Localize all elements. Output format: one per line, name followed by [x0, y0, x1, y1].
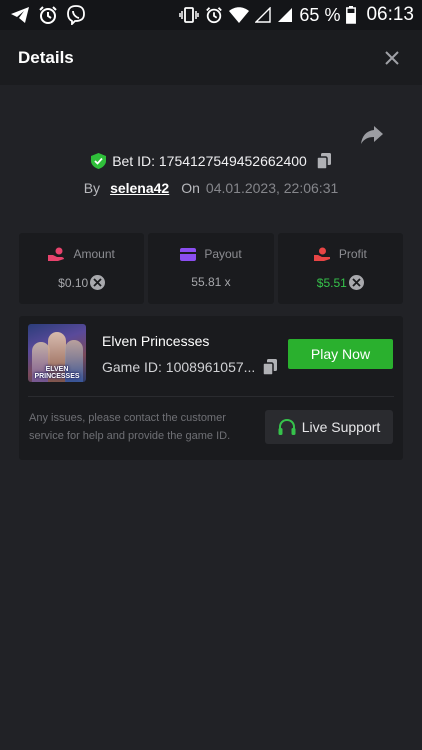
card-icon	[180, 247, 197, 261]
profit-card: Profit $5.51	[277, 233, 403, 304]
currency-icon	[90, 275, 106, 290]
support-help-text: Any issues, please contact the customer …	[29, 412, 231, 442]
alarm-icon	[205, 6, 223, 24]
profit-label: Profit	[338, 247, 367, 261]
signal-icon	[277, 7, 293, 23]
payout-card: Payout 55.81 x	[148, 233, 274, 304]
profit-value: $5.51	[316, 275, 347, 290]
viber-icon	[66, 5, 86, 25]
by-label: By	[83, 180, 101, 196]
bet-datetime: 04.01.2023, 22:06:31	[205, 180, 339, 196]
payout-value: 55.81 x	[191, 275, 231, 289]
signal-empty-icon	[255, 7, 272, 23]
wifi-icon	[229, 7, 250, 23]
username-link[interactable]: selena42	[110, 180, 169, 196]
amount-label: Amount	[73, 247, 115, 261]
bet-meta-row: By selena42 On 04.01.2023, 22:06:31	[0, 180, 422, 196]
copy-icon[interactable]	[263, 359, 278, 375]
bet-stats: Amount $0.10 Payout 55.81 x Profit $5.51	[19, 233, 403, 304]
currency-icon	[348, 275, 364, 290]
game-name: Elven Princesses	[102, 333, 210, 349]
vibrate-icon	[179, 6, 200, 24]
share-icon[interactable]	[360, 124, 384, 146]
profit-hand-icon	[313, 247, 331, 261]
live-support-button[interactable]: Live Support	[265, 410, 393, 444]
clock: 06:13	[366, 4, 414, 25]
status-bar: 65 % 06:13	[0, 0, 422, 30]
battery-icon	[346, 6, 357, 24]
copy-icon[interactable]	[316, 153, 331, 169]
shield-check-icon	[91, 153, 107, 169]
payout-label: Payout	[204, 247, 242, 261]
game-card: ELVEN PRINCESSES Elven Princesses Game I…	[19, 316, 403, 460]
bet-id: Bet ID: 1754127549452662400	[112, 153, 307, 169]
amount-value: $0.10	[58, 275, 89, 290]
money-hand-icon	[48, 247, 65, 261]
telegram-icon	[10, 6, 30, 24]
game-id: Game ID: 1008961057...	[102, 359, 256, 375]
battery-percentage: 65 %	[299, 4, 341, 25]
share-button[interactable]	[360, 124, 384, 146]
play-now-button[interactable]: Play Now	[288, 339, 393, 369]
on-label: On	[181, 180, 200, 196]
amount-card: Amount $0.10	[19, 233, 145, 304]
details-header: Details	[0, 30, 422, 85]
thumbnail-title: ELVEN PRINCESSES	[34, 366, 80, 380]
game-thumbnail[interactable]: ELVEN PRINCESSES	[28, 324, 86, 382]
close-button[interactable]	[382, 48, 402, 68]
page-title: Details	[18, 47, 74, 67]
divider	[28, 396, 394, 397]
alarm-icon	[38, 5, 58, 25]
game-id-row: Game ID: 1008961057...	[102, 359, 278, 375]
close-icon[interactable]	[385, 50, 399, 65]
bet-id-row: Bet ID: 1754127549452662400	[0, 153, 422, 169]
live-support-label: Live Support	[301, 419, 381, 435]
headset-icon	[278, 418, 296, 436]
